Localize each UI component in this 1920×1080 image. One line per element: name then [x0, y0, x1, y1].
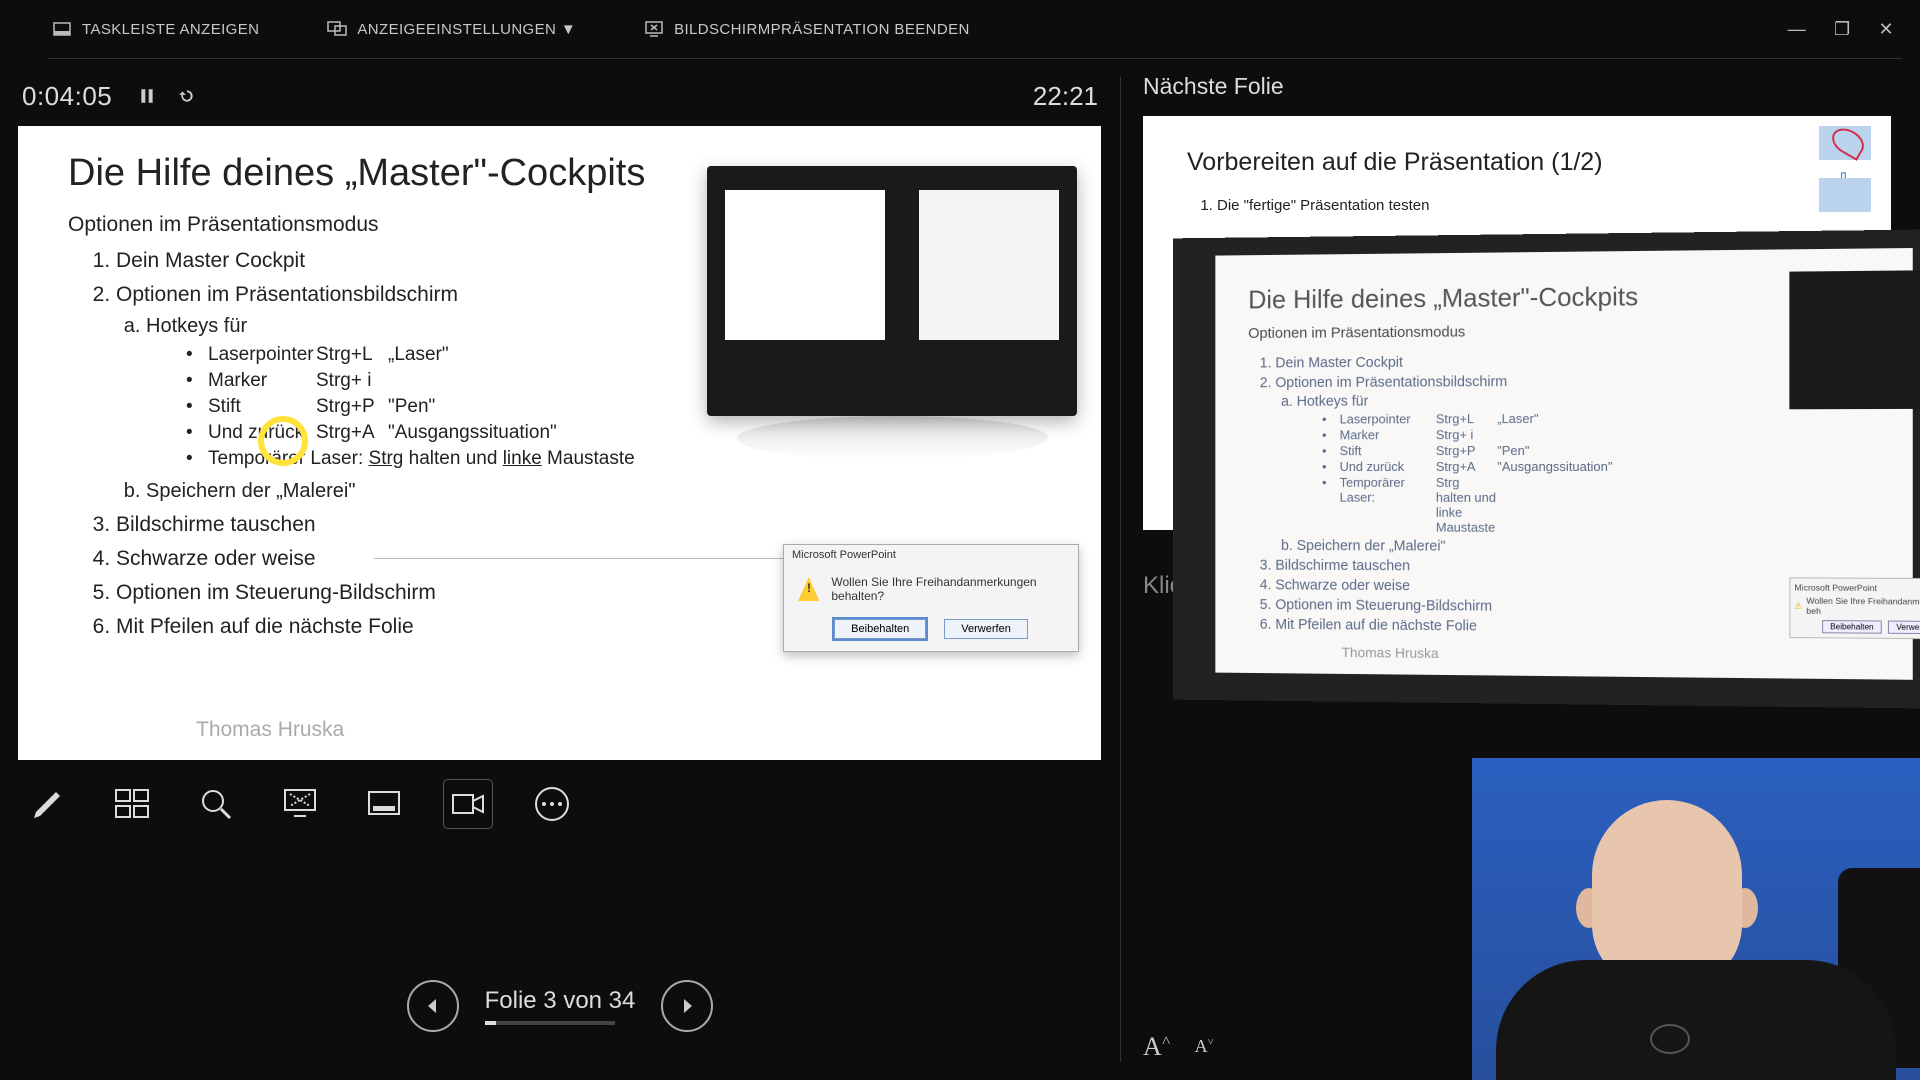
display-settings-button[interactable]: ANZEIGEEINSTELLUNGEN ▼: [293, 19, 610, 39]
reset-timer-button[interactable]: [178, 81, 196, 112]
end-slideshow-icon: [644, 19, 664, 39]
camera-button[interactable]: [444, 780, 492, 828]
elapsed-time: 0:04:05: [22, 81, 112, 112]
leader-line: [374, 558, 784, 559]
end-slideshow-button[interactable]: BILDSCHIRMPRÄSENTATION BEENDEN: [610, 19, 1004, 39]
black-screen-button[interactable]: [276, 780, 324, 828]
keep-button[interactable]: Beibehalten: [834, 619, 926, 639]
list-item: Bildschirme tauschen: [116, 513, 1051, 537]
pause-timer-button[interactable]: [138, 81, 156, 112]
slide-counter: Folie 3 von 34: [485, 987, 636, 1015]
show-taskbar-button[interactable]: TASKLEISTE ANZEIGEN: [18, 19, 293, 39]
dialog-title: Microsoft PowerPoint: [784, 545, 1078, 565]
discard-button[interactable]: Verwerfen: [944, 619, 1028, 639]
slide-tools: [18, 760, 1102, 848]
subtitle-button[interactable]: [360, 780, 408, 828]
slide-embedded-screenshot: [707, 166, 1077, 416]
display-settings-icon: [327, 19, 347, 39]
menubar: TASKLEISTE ANZEIGEN ANZEIGEEINSTELLUNGEN…: [0, 0, 1920, 58]
list-item: Speichern der „Malerei": [146, 480, 1051, 503]
photo-slide-subtitle: Optionen im Präsentationsmodus: [1248, 321, 1877, 342]
restore-button[interactable]: ❐: [1834, 19, 1851, 40]
more-options-button[interactable]: [528, 780, 576, 828]
taskbar-icon: [52, 19, 72, 39]
display-settings-label: ANZEIGEEINSTELLUNGEN ▼: [357, 21, 576, 38]
pen-tool-button[interactable]: [24, 780, 72, 828]
minimize-button[interactable]: —: [1788, 19, 1806, 40]
warning-icon: [798, 577, 819, 601]
decrease-font-button[interactable]: A˅: [1195, 1036, 1214, 1066]
next-slide-annotation: ⇩: [1811, 126, 1881, 206]
list-item: Die "fertige" Präsentation testen: [1217, 197, 1847, 214]
next-slide-button[interactable]: [661, 980, 713, 1032]
see-all-slides-button[interactable]: [108, 780, 156, 828]
window-controls: — ❐ ✕: [1788, 19, 1902, 40]
photo-slide-title: Die Hilfe deines „Master"-Cockpits: [1248, 279, 1877, 315]
clock-time: 22:21: [1033, 81, 1098, 112]
increase-font-button[interactable]: A˄: [1143, 1032, 1171, 1062]
presenter-left-pane: 0:04:05 22:21 Die Hilfe deines „Master"-…: [0, 59, 1120, 1080]
end-slideshow-label: BILDSCHIRMPRÄSENTATION BEENDEN: [674, 21, 970, 38]
dialog-message: Wollen Sie Ihre Freihandanmerkungen beha…: [831, 575, 1064, 603]
next-slide-title: Vorbereiten auf die Präsentation (1/2): [1187, 148, 1847, 177]
current-slide[interactable]: Die Hilfe deines „Master"-Cockpits Optio…: [18, 126, 1101, 760]
powerpoint-dialog: Microsoft PowerPoint Wollen Sie Ihre Fre…: [783, 544, 1079, 652]
timer-row: 0:04:05 22:21: [18, 77, 1102, 126]
show-taskbar-label: TASKLEISTE ANZEIGEN: [82, 21, 259, 38]
prev-slide-button[interactable]: [407, 980, 459, 1032]
slide-navigation: Folie 3 von 34: [18, 980, 1102, 1080]
slide-progress: [485, 1021, 615, 1025]
next-slide-heading: Nächste Folie: [1143, 73, 1920, 100]
webcam-feed[interactable]: [1472, 758, 1920, 1080]
slide-author: Thomas Hruska: [196, 718, 344, 742]
zoom-tool-button[interactable]: [192, 780, 240, 828]
monitor-photo-overlay: Die Hilfe deines „Master"-Cockpits Optio…: [1173, 229, 1920, 708]
font-size-controls: A˄ A˅: [1143, 1032, 1214, 1062]
close-button[interactable]: ✕: [1879, 19, 1894, 40]
